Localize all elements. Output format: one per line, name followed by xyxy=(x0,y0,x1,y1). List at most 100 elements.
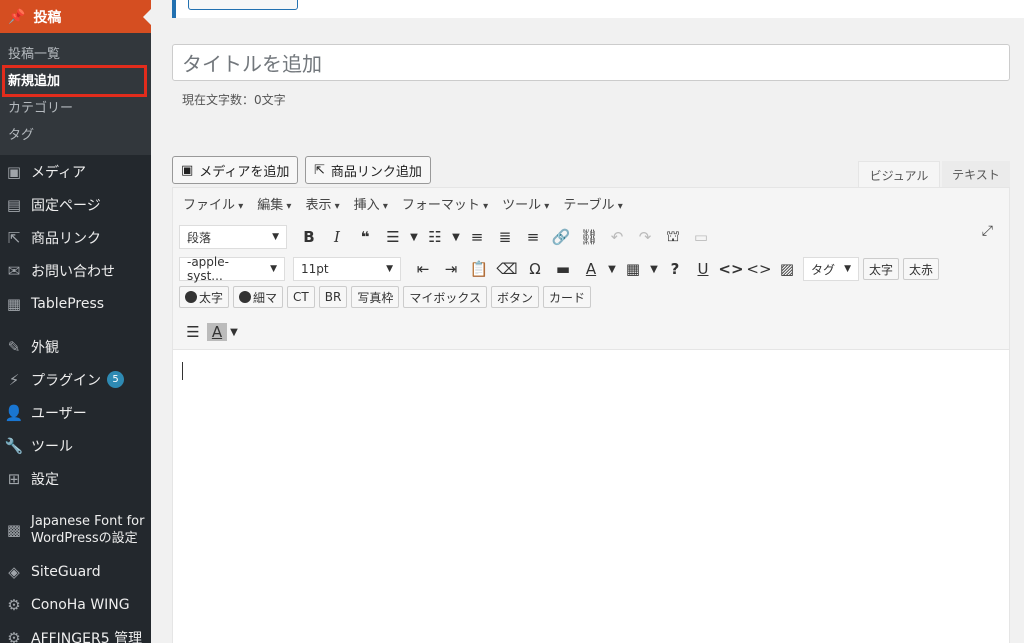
image-icon[interactable]: ▨ xyxy=(773,256,801,282)
menu-settings[interactable]: ⊞ 設定 xyxy=(0,462,151,495)
menu-product-link[interactable]: ⇱ 商品リンク xyxy=(0,221,151,254)
submenu-tags[interactable]: タグ xyxy=(0,120,151,147)
underline-icon[interactable]: U xyxy=(689,256,717,282)
media-icon: ▣ xyxy=(181,162,194,178)
menu-plugins[interactable]: ⚡ プラグイン 5 xyxy=(0,363,151,396)
menu-insert[interactable]: 挿入 xyxy=(354,194,388,213)
menu-tools[interactable]: 🔧 ツール xyxy=(0,429,151,462)
code-icon[interactable]: <> xyxy=(717,256,745,282)
quicktag-photo-frame[interactable]: 写真枠 xyxy=(351,286,400,308)
add-product-link-button[interactable]: ⇱ 商品リンク追加 xyxy=(305,156,431,184)
quicktag-button[interactable]: ボタン xyxy=(490,286,539,308)
menu-label: 商品リンク xyxy=(31,230,101,247)
editor-content-area[interactable] xyxy=(173,350,1009,643)
bullet-list-icon[interactable]: ☰ xyxy=(379,224,407,250)
admin-sidebar: 📌 投稿 投稿一覧 新規追加 カテゴリー タグ ▣ メディア ▤ 固定ページ ⇱ 商品… xyxy=(0,0,151,643)
outdent-icon[interactable]: ⇤ xyxy=(409,256,437,282)
menu-view[interactable]: 表示 xyxy=(305,194,339,213)
menu-pages[interactable]: ▤ 固定ページ xyxy=(0,188,151,221)
add-media-button[interactable]: ▣ メディアを追加 xyxy=(172,156,299,184)
plugin-update-badge: 5 xyxy=(107,371,124,388)
menu-conoha[interactable]: ⚙ ConoHa WING xyxy=(0,588,151,621)
unlink-icon[interactable]: ⛓ xyxy=(575,224,603,250)
format-select[interactable]: 段落 ▼ xyxy=(179,225,287,249)
link-icon[interactable]: 🔗 xyxy=(547,224,575,250)
chevron-down-icon[interactable]: ▼ xyxy=(449,224,463,250)
quicktag-person-bold[interactable]: 太字 xyxy=(179,286,230,308)
horizontal-rule-icon[interactable]: ▬ xyxy=(549,256,577,282)
page-icon: ▤ xyxy=(6,195,22,214)
menu-siteguard[interactable]: ◈ SiteGuard xyxy=(0,555,151,588)
align-right-icon[interactable]: ≡ xyxy=(519,224,547,250)
menu-label: プラグイン xyxy=(31,372,101,389)
title-input[interactable]: タイトルを追加 xyxy=(172,44,1010,81)
editor-toolbar: ファイル 編集 表示 挿入 フォーマット ツール テーブル ⤢ 段落▼ B I … xyxy=(173,188,1009,350)
menu-posts[interactable]: 📌 投稿 xyxy=(0,0,151,33)
bold-icon[interactable]: B xyxy=(295,224,323,250)
menu-contact[interactable]: ✉ お問い合わせ xyxy=(0,254,151,287)
quicktag-card[interactable]: カード xyxy=(543,286,592,308)
menu-tools[interactable]: ツール xyxy=(502,194,549,213)
chevron-down-icon[interactable]: ▼ xyxy=(227,319,241,345)
source-code-icon[interactable]: <> xyxy=(745,256,773,282)
notice-button[interactable] xyxy=(188,0,298,10)
background-color-icon[interactable]: A xyxy=(207,323,227,341)
blockquote-icon[interactable]: ❝ xyxy=(351,224,379,250)
tag-select[interactable]: タグ ▼ xyxy=(803,257,859,281)
chevron-down-icon[interactable]: ▼ xyxy=(407,224,421,250)
keyboard-icon[interactable]: ▭ xyxy=(687,224,715,250)
menu-format[interactable]: フォーマット xyxy=(402,194,488,213)
menu-file[interactable]: ファイル xyxy=(183,194,243,213)
gear-icon: ⚙ xyxy=(7,595,21,614)
font-size-select[interactable]: 11pt ▼ xyxy=(293,257,401,281)
quicktag-ct[interactable]: CT xyxy=(287,286,315,308)
justify-icon[interactable]: ☰ xyxy=(179,319,207,345)
chevron-down-icon: ▼ xyxy=(386,264,393,274)
quicktag-person-thin[interactable]: 細マ xyxy=(233,286,284,308)
stamp-icon[interactable]: ⛫ xyxy=(659,224,687,250)
paste-icon[interactable]: 📋 xyxy=(465,256,493,282)
settings-icon: ⊞ xyxy=(7,469,21,488)
quicktag-bold-red[interactable]: 太赤 xyxy=(903,258,940,280)
user-circle-icon xyxy=(185,291,197,303)
special-char-icon[interactable]: Ω xyxy=(521,256,549,282)
text-color-icon[interactable]: A xyxy=(577,256,605,282)
eraser-icon[interactable]: ⌫ xyxy=(493,256,521,282)
tab-text[interactable]: テキスト xyxy=(942,161,1010,188)
indent-icon[interactable]: ⇥ xyxy=(437,256,465,282)
quicktag-br[interactable]: BR xyxy=(318,286,348,308)
font-family-select[interactable]: -apple-syst... ▼ xyxy=(179,255,285,283)
italic-icon[interactable]: I xyxy=(323,224,351,250)
align-left-icon[interactable]: ≡ xyxy=(463,224,491,250)
menu-label: ツール xyxy=(31,438,73,455)
chevron-down-icon[interactable]: ▼ xyxy=(647,256,661,282)
redo-icon[interactable]: ↷ xyxy=(631,224,659,250)
menu-media[interactable]: ▣ メディア xyxy=(0,155,151,188)
toolbar-row-3: 太字 細マ CT BR 写真枠 マイボックス ボタン カード xyxy=(179,286,595,308)
table-icon[interactable]: ▦ xyxy=(619,256,647,282)
submenu-categories[interactable]: カテゴリー xyxy=(0,93,151,120)
undo-icon[interactable]: ↶ xyxy=(603,224,631,250)
align-center-icon[interactable]: ≣ xyxy=(491,224,519,250)
char-count: 現在文字数：0文字 xyxy=(182,93,286,107)
menu-affinger[interactable]: ⚙ AFFINGER5 管理 xyxy=(0,621,151,643)
numbered-list-icon[interactable]: ☷ xyxy=(421,224,449,250)
submenu-label: タグ xyxy=(8,128,35,143)
fullscreen-icon[interactable]: ⤢ xyxy=(982,223,993,239)
help-icon[interactable]: ? xyxy=(661,256,689,282)
menu-label: お問い合わせ xyxy=(31,263,115,280)
menu-users[interactable]: 👤 ユーザー xyxy=(0,396,151,429)
menu-table[interactable]: テーブル xyxy=(563,194,622,213)
menu-appearance[interactable]: ✎ 外観 xyxy=(0,330,151,363)
editor-menubar: ファイル 編集 表示 挿入 フォーマット ツール テーブル xyxy=(183,194,623,213)
menu-edit[interactable]: 編集 xyxy=(257,194,291,213)
chevron-down-icon[interactable]: ▼ xyxy=(605,256,619,282)
tab-visual[interactable]: ビジュアル xyxy=(858,161,940,188)
menu-japanese-font[interactable]: ▩ Japanese Font for WordPressの設定 xyxy=(0,505,151,555)
posts-submenu: 投稿一覧 新規追加 カテゴリー タグ xyxy=(0,33,151,155)
submenu-all-posts[interactable]: 投稿一覧 xyxy=(0,39,151,66)
quicktag-bold[interactable]: 太字 xyxy=(863,258,900,280)
quicktag-mybox[interactable]: マイボックス xyxy=(403,286,487,308)
submenu-add-new[interactable]: 新規追加 xyxy=(0,65,151,97)
menu-tablepress[interactable]: ▦ TablePress xyxy=(0,287,151,320)
